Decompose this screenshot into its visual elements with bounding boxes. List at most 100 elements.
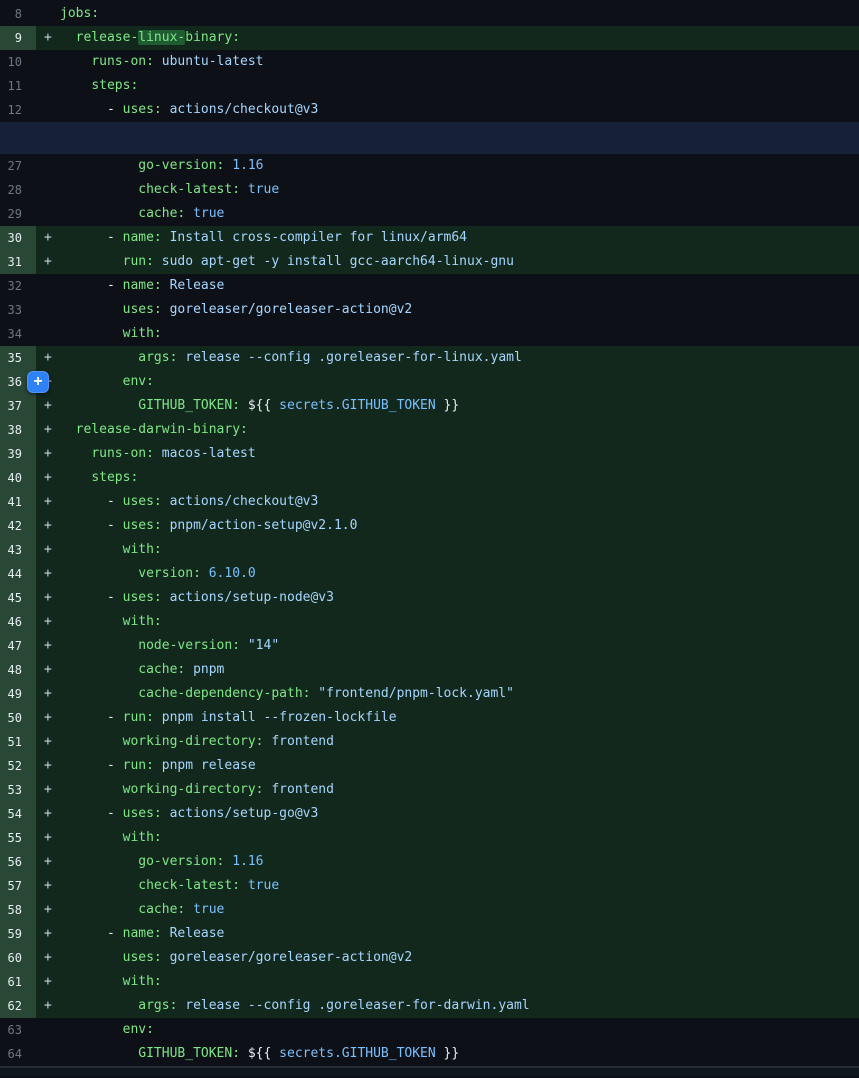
diff-added-marker xyxy=(36,74,60,98)
code-token-plain xyxy=(60,470,91,485)
code-line: cache: true xyxy=(60,202,859,226)
line-number[interactable]: 33 xyxy=(0,298,36,322)
expand-hidden-lines-band[interactable] xyxy=(0,122,859,154)
code-token-str: Release xyxy=(170,278,225,293)
code-line: env: xyxy=(60,370,859,394)
line-number[interactable]: 30 xyxy=(0,226,36,250)
code-token-plain xyxy=(185,662,193,677)
code-token-plain xyxy=(162,494,170,509)
code-line: check-latest: true xyxy=(60,874,859,898)
line-number[interactable]: 28 xyxy=(0,178,36,202)
code-token-key: version: xyxy=(138,566,201,581)
code-token-key: node-version: xyxy=(138,638,240,653)
line-number[interactable]: 59 xyxy=(0,922,36,946)
diff-view: 8jobs:9+ release-linux-binary:10 runs-on… xyxy=(0,0,859,1078)
diff-row: 59+ - name: Release xyxy=(0,922,859,946)
diff-row: 57+ check-latest: true xyxy=(0,874,859,898)
diff-added-marker xyxy=(36,178,60,202)
diff-added-marker: + xyxy=(36,778,60,802)
code-token-str: macos-latest xyxy=(162,446,256,461)
diff-row: 44+ version: 6.10.0 xyxy=(0,562,859,586)
line-number[interactable]: 35 xyxy=(0,346,36,370)
line-number[interactable]: 43 xyxy=(0,538,36,562)
line-number[interactable]: 44 xyxy=(0,562,36,586)
code-line: with: xyxy=(60,826,859,850)
line-number[interactable]: 60 xyxy=(0,946,36,970)
line-number[interactable]: 8 xyxy=(0,2,36,26)
code-token-key: working-directory: xyxy=(123,734,264,749)
code-token-const: true xyxy=(248,182,279,197)
code-token-plain: }} xyxy=(436,1046,459,1061)
code-token-const: true xyxy=(193,206,224,221)
line-number[interactable]: 27 xyxy=(0,154,36,178)
line-number[interactable]: 52 xyxy=(0,754,36,778)
code-token-key: cache: xyxy=(138,662,185,677)
code-line: run: sudo apt-get -y install gcc-aarch64… xyxy=(60,250,859,274)
diff-row: 47+ node-version: "14" xyxy=(0,634,859,658)
line-number[interactable]: 39 xyxy=(0,442,36,466)
code-token-plain xyxy=(60,302,123,317)
line-number[interactable]: 55 xyxy=(0,826,36,850)
code-token-key: GITHUB_TOKEN: xyxy=(138,398,240,413)
line-number[interactable]: 31 xyxy=(0,250,36,274)
diff-added-marker: + xyxy=(36,250,60,274)
code-token-plain xyxy=(60,398,138,413)
code-line: with: xyxy=(60,538,859,562)
code-token-key: runs-on: xyxy=(91,446,154,461)
line-number[interactable]: 41 xyxy=(0,490,36,514)
diff-added-marker: + xyxy=(36,394,60,418)
line-number[interactable]: 29 xyxy=(0,202,36,226)
code-line: - run: pnpm release xyxy=(60,754,859,778)
line-number[interactable]: 63 xyxy=(0,1018,36,1042)
line-number[interactable]: 11 xyxy=(0,74,36,98)
diff-row: 37+ GITHUB_TOKEN: ${{ secrets.GITHUB_TOK… xyxy=(0,394,859,418)
line-number[interactable]: 48 xyxy=(0,658,36,682)
line-number[interactable]: 37 xyxy=(0,394,36,418)
code-token-plain xyxy=(154,254,162,269)
line-number[interactable]: 64 xyxy=(0,1042,36,1066)
diff-row: 52+ - run: pnpm release xyxy=(0,754,859,778)
line-number[interactable]: 12 xyxy=(0,98,36,122)
code-token-const: 1.16 xyxy=(232,854,263,869)
line-number[interactable]: 62 xyxy=(0,994,36,1018)
code-token-key: with: xyxy=(123,974,162,989)
line-number[interactable]: 58 xyxy=(0,898,36,922)
diff-added-marker: + xyxy=(36,466,60,490)
line-number[interactable]: 32 xyxy=(0,274,36,298)
code-line: GITHUB_TOKEN: ${{ secrets.GITHUB_TOKEN }… xyxy=(60,1042,859,1066)
line-number[interactable]: 47 xyxy=(0,634,36,658)
code-token-key: env: xyxy=(123,374,154,389)
code-token-str: "14" xyxy=(248,638,279,653)
line-number[interactable]: 46 xyxy=(0,610,36,634)
code-token-plain: - xyxy=(60,806,123,821)
code-token-key: env: xyxy=(123,1022,154,1037)
code-line: runs-on: macos-latest xyxy=(60,442,859,466)
line-number[interactable]: 50 xyxy=(0,706,36,730)
line-number[interactable]: 9 xyxy=(0,26,36,50)
code-line: - uses: actions/checkout@v3 xyxy=(60,490,859,514)
code-token-plain xyxy=(60,734,123,749)
diff-added-marker: + xyxy=(36,706,60,730)
line-number[interactable]: 54 xyxy=(0,802,36,826)
diff-row: 46+ with: xyxy=(0,610,859,634)
line-number[interactable]: 51 xyxy=(0,730,36,754)
diff-row: 45+ - uses: actions/setup-node@v3 xyxy=(0,586,859,610)
code-token-plain xyxy=(162,302,170,317)
line-number[interactable]: 57 xyxy=(0,874,36,898)
line-number[interactable]: 53 xyxy=(0,778,36,802)
line-number[interactable]: 10 xyxy=(0,50,36,74)
line-number[interactable]: 34 xyxy=(0,322,36,346)
line-number[interactable]: 38 xyxy=(0,418,36,442)
line-number[interactable]: 56 xyxy=(0,850,36,874)
code-line: - name: Release xyxy=(60,922,859,946)
line-number[interactable]: 61 xyxy=(0,970,36,994)
line-number[interactable]: 45 xyxy=(0,586,36,610)
code-token-plain xyxy=(60,854,138,869)
add-comment-button[interactable]: + xyxy=(27,371,49,393)
line-number[interactable]: 40 xyxy=(0,466,36,490)
diff-added-marker xyxy=(36,98,60,122)
code-token-const: 1.16 xyxy=(232,158,263,173)
line-number[interactable]: 49 xyxy=(0,682,36,706)
line-number[interactable]: 42 xyxy=(0,514,36,538)
code-token-plain xyxy=(154,54,162,69)
